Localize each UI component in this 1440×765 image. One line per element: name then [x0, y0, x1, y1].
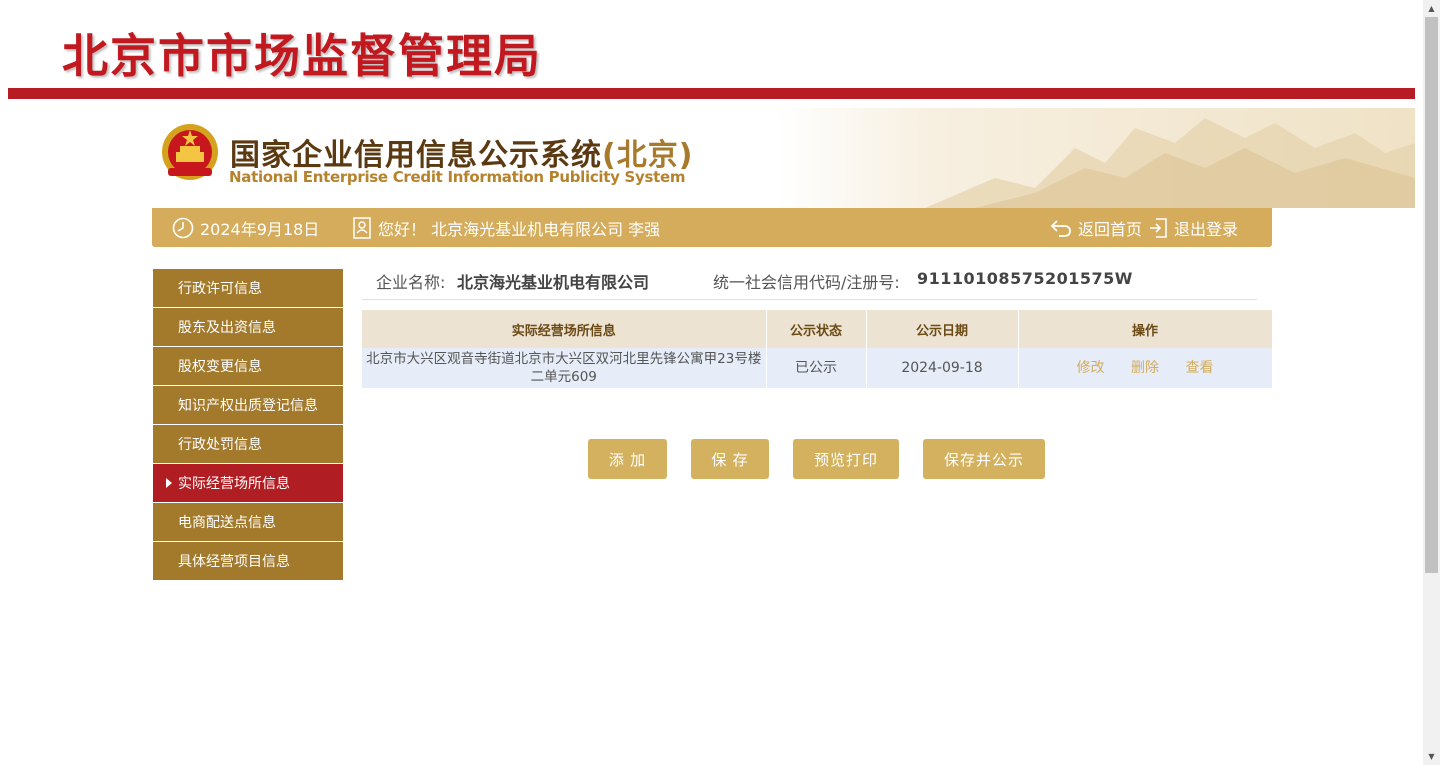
view-link[interactable]: 查看 [1185, 360, 1213, 376]
add-button[interactable]: 添 加 [588, 439, 667, 479]
return-icon [1050, 219, 1071, 237]
bureau-title: 北京市市场监督管理局 [62, 29, 542, 83]
info-bar: 2024年9月18日 您好！ 北京海光基业机电有限公司 李强 返回首页 退出登录 [152, 208, 1272, 247]
sidebar-item-admin-license[interactable]: 行政许可信息 [153, 269, 343, 307]
sidebar: 行政许可信息 股东及出资信息 股权变更信息 知识产权出质登记信息 行政处罚信息 … [153, 269, 343, 581]
bureau-header: 北京市市场监督管理局 [0, 0, 1423, 100]
logout-link[interactable]: 退出登录 [1148, 208, 1238, 247]
cell-status: 已公示 [766, 348, 867, 388]
cell-actions: 修改 删除 查看 [1018, 348, 1273, 388]
system-banner: 国家企业信用信息公示系统(北京) National Enterprise Cre… [152, 108, 1415, 208]
mountains-decoration [775, 108, 1415, 208]
edit-link[interactable]: 修改 [1077, 360, 1105, 376]
scroll-thumb[interactable] [1425, 17, 1438, 573]
sidebar-item-ecommerce-delivery[interactable]: 电商配送点信息 [153, 503, 343, 541]
sidebar-item-admin-penalty[interactable]: 行政处罚信息 [153, 425, 343, 463]
logout-icon [1150, 217, 1167, 238]
credit-code-label: 统一社会信用代码/注册号: [713, 273, 900, 292]
sidebar-item-shareholders[interactable]: 股东及出资信息 [153, 308, 343, 346]
company-info: 企业名称: 北京海光基业机电有限公司 统一社会信用代码/注册号: 9111010… [362, 260, 1257, 300]
sidebar-item-business-items[interactable]: 具体经营项目信息 [153, 542, 343, 580]
header-divider [8, 88, 1415, 99]
date-text: 2024年9月18日 [200, 219, 320, 239]
home-label: 返回首页 [1078, 219, 1143, 239]
company-name-label: 企业名称: [376, 273, 446, 292]
save-button[interactable]: 保 存 [691, 439, 769, 479]
system-title-en: National Enterprise Credit Information P… [229, 168, 686, 186]
table-row: 北京市大兴区观音寺街道北京市大兴区双河北里先锋公寓甲23号楼二单元609 已公示… [362, 348, 1273, 388]
scroll-down-icon[interactable]: ▼ [1423, 748, 1440, 765]
sidebar-item-equity-change[interactable]: 股权变更信息 [153, 347, 343, 385]
user-greeting: 您好！ 北京海光基业机电有限公司 李强 [352, 208, 660, 247]
vertical-scrollbar[interactable]: ▲ ▼ [1423, 0, 1440, 765]
company-name: 北京海光基业机电有限公司 [457, 273, 650, 292]
table-header-row: 实际经营场所信息 公示状态 公示日期 操作 [362, 310, 1273, 348]
premises-table: 实际经营场所信息 公示状态 公示日期 操作 北京市大兴区观音寺街道北京市大兴区双… [362, 310, 1273, 388]
greeting-text: 您好！ 北京海光基业机电有限公司 李强 [378, 219, 661, 239]
preview-print-button[interactable]: 预览打印 [793, 439, 899, 479]
logout-label: 退出登录 [1174, 219, 1239, 239]
home-link[interactable]: 返回首页 [1050, 208, 1142, 247]
column-header-date: 公示日期 [866, 310, 1019, 348]
sidebar-item-business-premises[interactable]: 实际经营场所信息 [153, 464, 343, 502]
column-header-actions: 操作 [1018, 310, 1273, 348]
column-header-status: 公示状态 [766, 310, 867, 348]
sidebar-item-ip-pledge[interactable]: 知识产权出质登记信息 [153, 386, 343, 424]
current-date: 2024年9月18日 [172, 208, 319, 247]
scroll-up-icon[interactable]: ▲ [1423, 0, 1440, 17]
clock-icon [172, 217, 194, 238]
cell-date: 2024-09-18 [866, 348, 1019, 388]
credit-code: 91110108575201575W [917, 269, 1133, 288]
national-emblem-icon [162, 124, 218, 180]
user-badge-icon [353, 216, 371, 239]
column-header-address: 实际经营场所信息 [362, 310, 767, 348]
cell-address: 北京市大兴区观音寺街道北京市大兴区双河北里先锋公寓甲23号楼二单元609 [362, 348, 767, 388]
delete-link[interactable]: 删除 [1131, 360, 1159, 376]
save-and-publish-button[interactable]: 保存并公示 [923, 439, 1045, 479]
